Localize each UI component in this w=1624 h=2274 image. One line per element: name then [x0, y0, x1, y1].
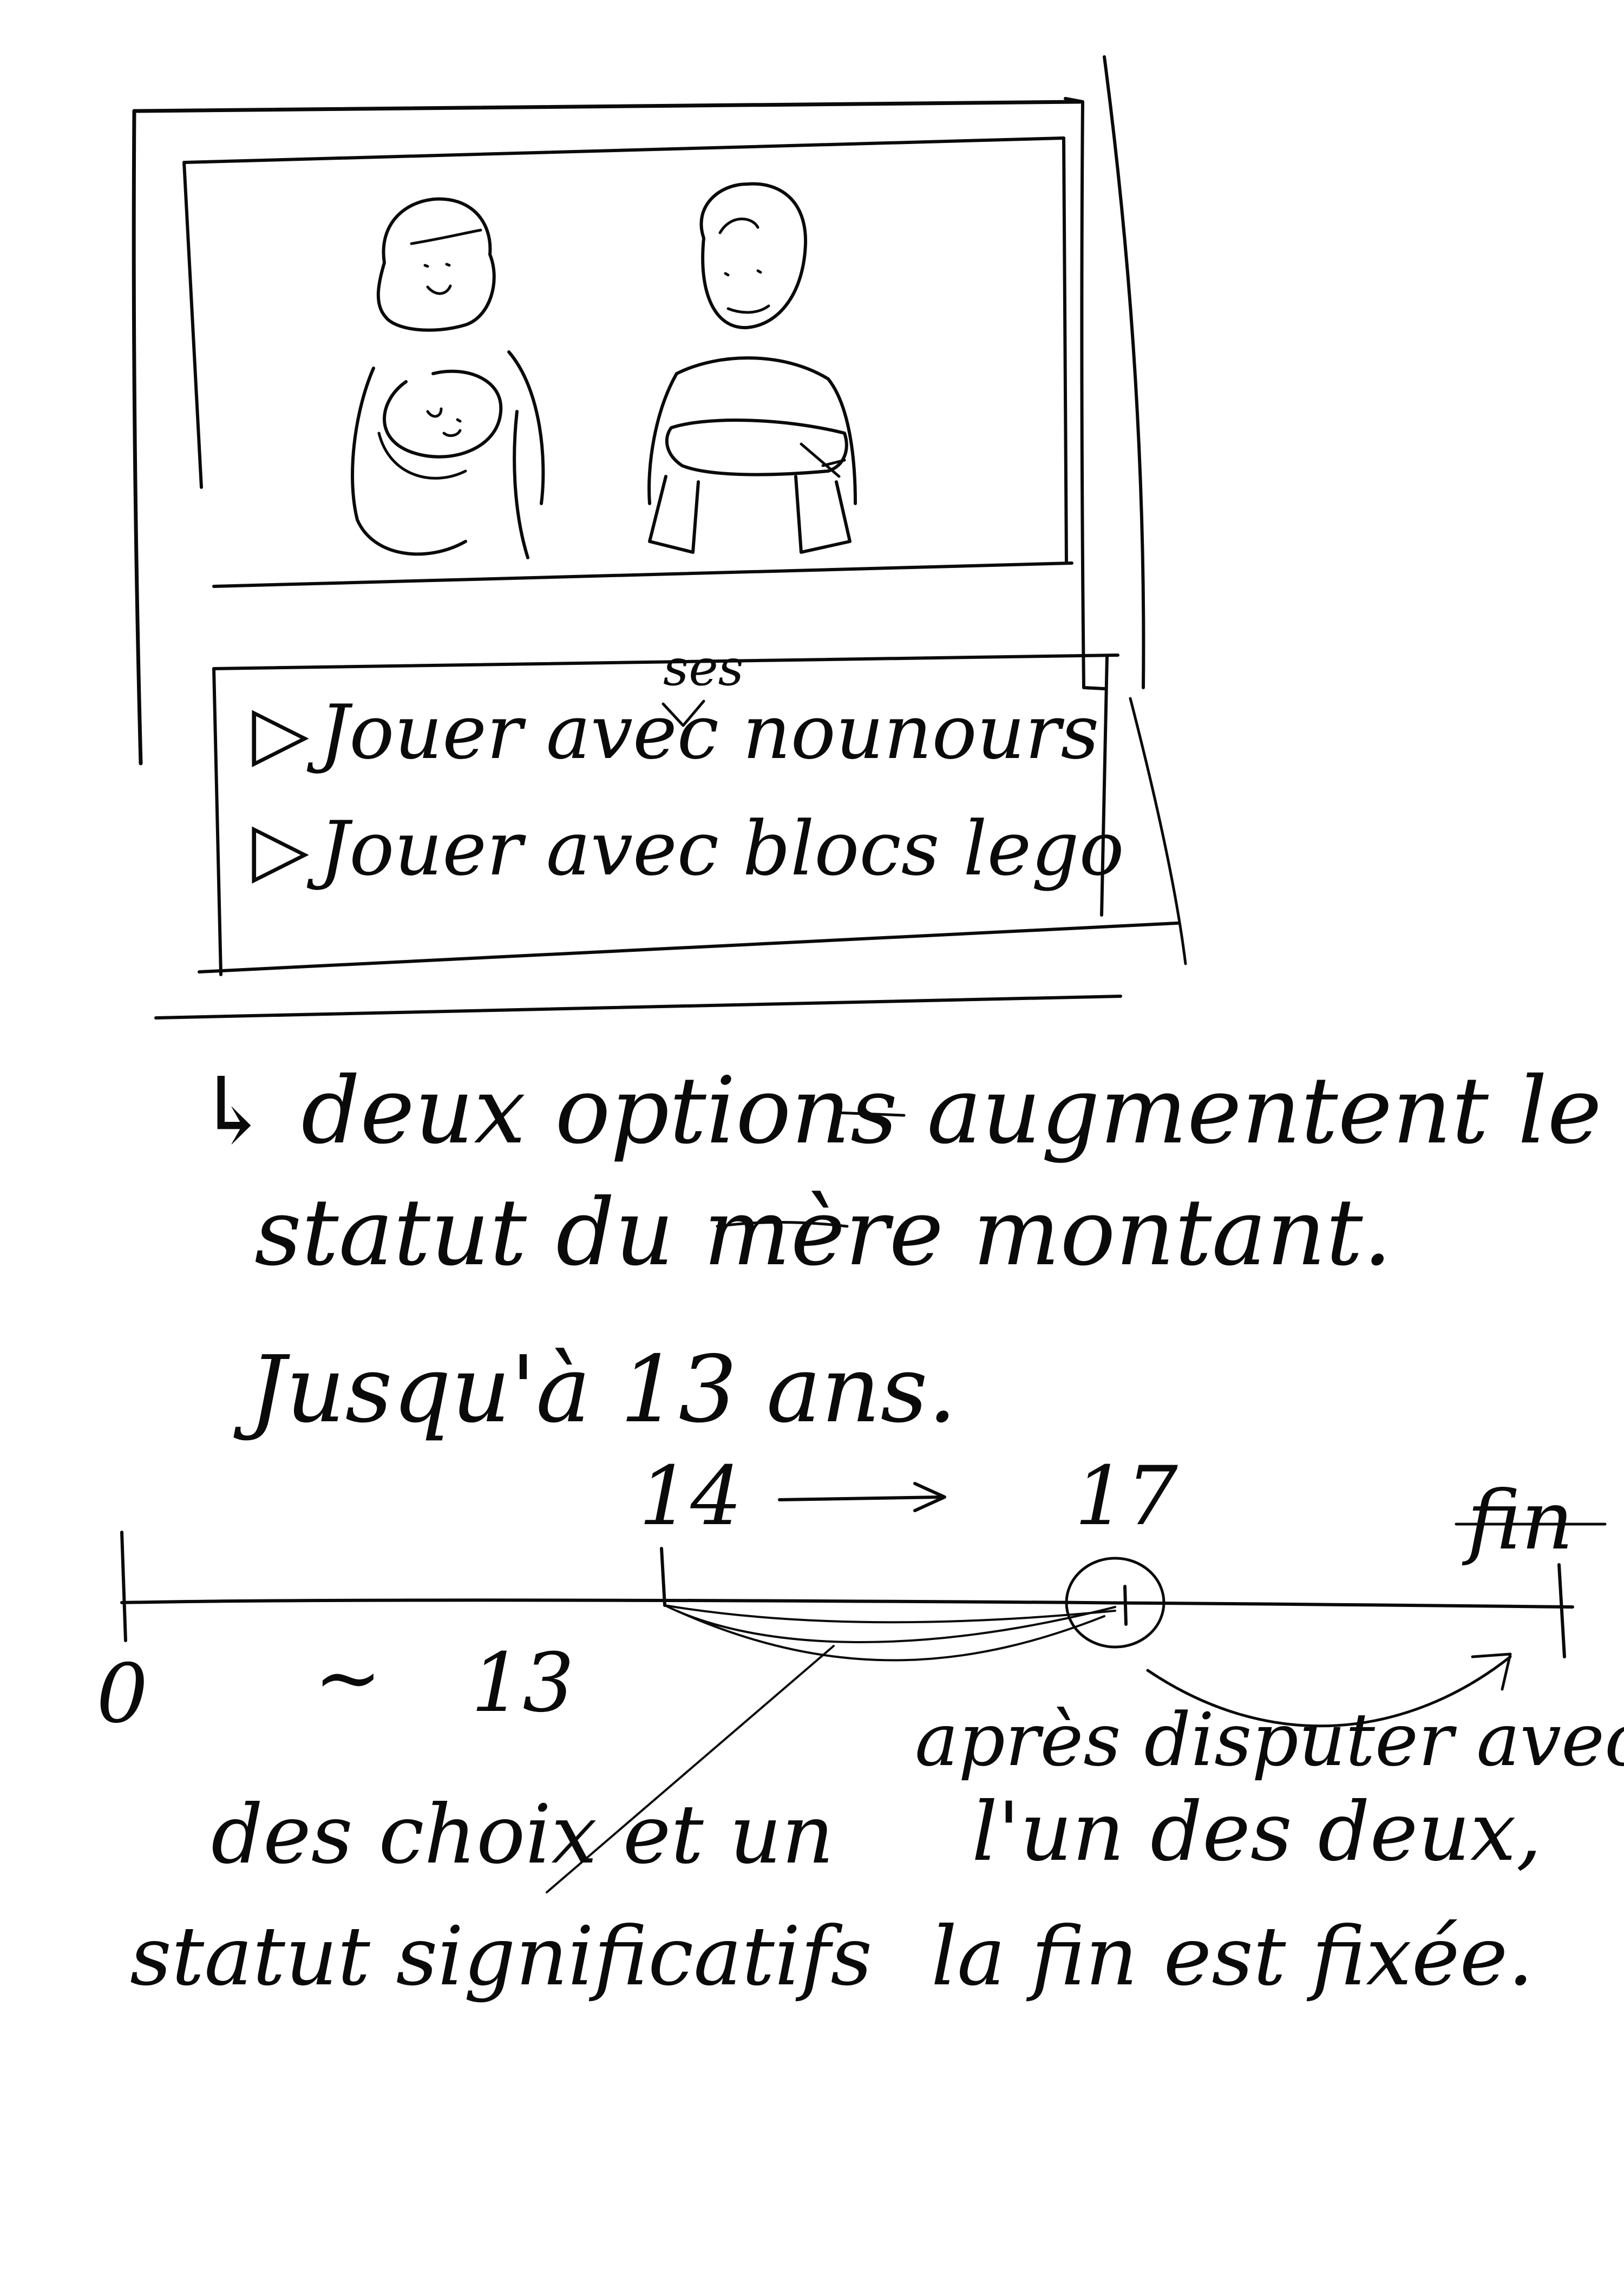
label-13: 13 — [471, 1636, 574, 1730]
timeline-end-tick — [1557, 1563, 1566, 1658]
timeline-start-tick — [120, 1531, 127, 1642]
right-note-line-2: l'un des deux, — [972, 1785, 1542, 1879]
right-note-line-1: après disputer avec — [915, 1697, 1624, 1782]
father-figure — [647, 182, 857, 554]
sketch-canvas: ▷ Jouer avec nounours ses ▷ Jouer avec b… — [96, 55, 1624, 2004]
branch-curve-3 — [676, 1610, 1105, 1662]
label-14: 14 — [639, 1449, 742, 1544]
right-note-line-3: la fin est fixée. — [931, 1910, 1534, 2004]
timeline-14-tick — [660, 1547, 666, 1607]
left-note-line-1: des choix et un — [211, 1788, 834, 1882]
option-1-insertion: ses — [663, 639, 744, 697]
note-line-2: statut du mère montant. — [254, 1179, 1392, 1286]
label-tilde: ~ — [314, 1631, 382, 1725]
notes-block: ↳ deux options augmentent le statut du m… — [195, 1057, 1602, 1443]
right-note: après disputer avec l'un des deux, la fi… — [915, 1697, 1624, 2004]
arrow-14-to-17 — [778, 1495, 944, 1501]
timeline-17-tick — [1123, 1585, 1128, 1626]
left-note-line-2: statut significatifs — [130, 1910, 872, 2004]
picture-panel — [182, 136, 1073, 588]
option-2-marker: ▷ — [252, 805, 309, 892]
option-1-marker: ▷ — [252, 689, 309, 776]
note-line-1: ↳ deux options augmentent le — [195, 1057, 1602, 1165]
mother-figure — [351, 197, 545, 559]
label-fin: fin — [1462, 1474, 1574, 1568]
label-0: 0 — [96, 1647, 148, 1741]
note-line-3: Jusqu'à 13 ans. — [233, 1336, 957, 1443]
label-17: 17 — [1075, 1449, 1178, 1544]
option-2-text: Jouer avec blocs lego — [306, 805, 1124, 892]
branch-curve-2 — [664, 1604, 1116, 1624]
option-1: ▷ Jouer avec nounours ses — [252, 639, 1099, 776]
left-note: des choix et un statut significatifs — [130, 1788, 872, 2004]
option-2: ▷ Jouer avec blocs lego — [252, 805, 1124, 892]
timeline-axis — [120, 1598, 1574, 1609]
